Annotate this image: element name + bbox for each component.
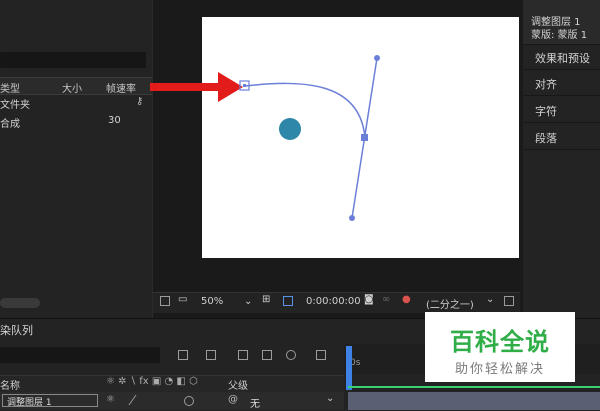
chevron-down-icon[interactable]: ⌄ [326, 393, 334, 404]
spiral-icon[interactable]: @ [228, 394, 238, 405]
graph-editor-icon[interactable] [316, 350, 326, 360]
timecode[interactable]: 0:00:00:00 [306, 296, 361, 307]
layer-duration-bar[interactable] [348, 392, 600, 410]
circle-shape[interactable] [279, 118, 301, 140]
timeline-column-header: 名称 ⚛ ✲ ∖ fx ▣ ◔ ◧ ⬡ 父级 [0, 375, 344, 392]
zoom-select[interactable]: 50% [201, 296, 223, 307]
layer-switch-icon[interactable]: ⚛ [106, 394, 115, 405]
frame-blend-icon[interactable] [262, 350, 272, 360]
switches-icons: ⚛ ✲ ∖ fx ▣ ◔ ◧ ⬡ [106, 376, 198, 387]
render-queue-tab[interactable]: 染队列 [0, 322, 33, 338]
shy-icon[interactable] [238, 350, 248, 360]
snapshot-region-icon[interactable] [160, 296, 170, 306]
grid-icon[interactable]: ⊞ [262, 294, 270, 305]
watermark-title: 百科全说 [450, 328, 550, 356]
parent-select[interactable]: 无 [250, 395, 260, 410]
watermark: 百科全说 助你轻松解决 [425, 312, 575, 382]
layer-info: 调整图层 1 蒙版: 蒙版 1 [523, 0, 600, 45]
work-area-bar[interactable] [348, 386, 600, 388]
mask-visibility-icon[interactable] [283, 296, 293, 306]
panel-align[interactable]: 对齐 [523, 74, 600, 96]
channel-icon[interactable]: ∞ [382, 294, 390, 305]
column-name[interactable]: 名称 [0, 377, 20, 392]
color-channels-icon[interactable]: ● [402, 294, 411, 305]
panel-paragraph[interactable]: 段落 [523, 128, 600, 150]
layer-row[interactable]: 调整图层 1 ⚛ @ 无 ⌄ [0, 392, 344, 410]
red-arrow [150, 72, 243, 102]
panel-effects-presets[interactable]: 效果和预设 [523, 48, 600, 70]
quality-icon[interactable] [128, 395, 147, 405]
mask-name-label: 蒙版: 蒙版 1 [531, 30, 588, 41]
view-options-icon[interactable] [504, 296, 514, 306]
layer-name-field[interactable]: 调整图层 1 [2, 394, 98, 408]
mask-vertex-start-inner [243, 84, 246, 87]
adjustment-icon[interactable] [184, 396, 194, 406]
monitor-icon[interactable]: ▭ [178, 294, 187, 305]
playhead[interactable] [346, 346, 352, 390]
camera-icon[interactable]: ◙ [364, 294, 374, 305]
bezier-handle-bottom[interactable] [349, 215, 355, 221]
resolution-select[interactable]: (二分之一) [426, 296, 474, 311]
timeline-search-input[interactable] [0, 347, 160, 363]
mask-path[interactable] [244, 82, 366, 139]
comp-flow-icon[interactable] [178, 350, 188, 360]
chevron-down-icon[interactable]: ⌄ [486, 294, 494, 305]
watermark-subtitle: 助你轻松解决 [454, 362, 545, 377]
canvas-overlay [150, 55, 380, 221]
motion-blur-icon[interactable] [286, 350, 296, 360]
bezier-handle-top[interactable] [374, 55, 380, 61]
panel-character[interactable]: 字符 [523, 101, 600, 123]
draft-3d-icon[interactable] [206, 350, 216, 360]
mask-vertex-selected[interactable] [361, 134, 368, 141]
column-parent[interactable]: 父级 [228, 377, 248, 392]
chevron-down-icon[interactable]: ⌄ [244, 296, 252, 307]
